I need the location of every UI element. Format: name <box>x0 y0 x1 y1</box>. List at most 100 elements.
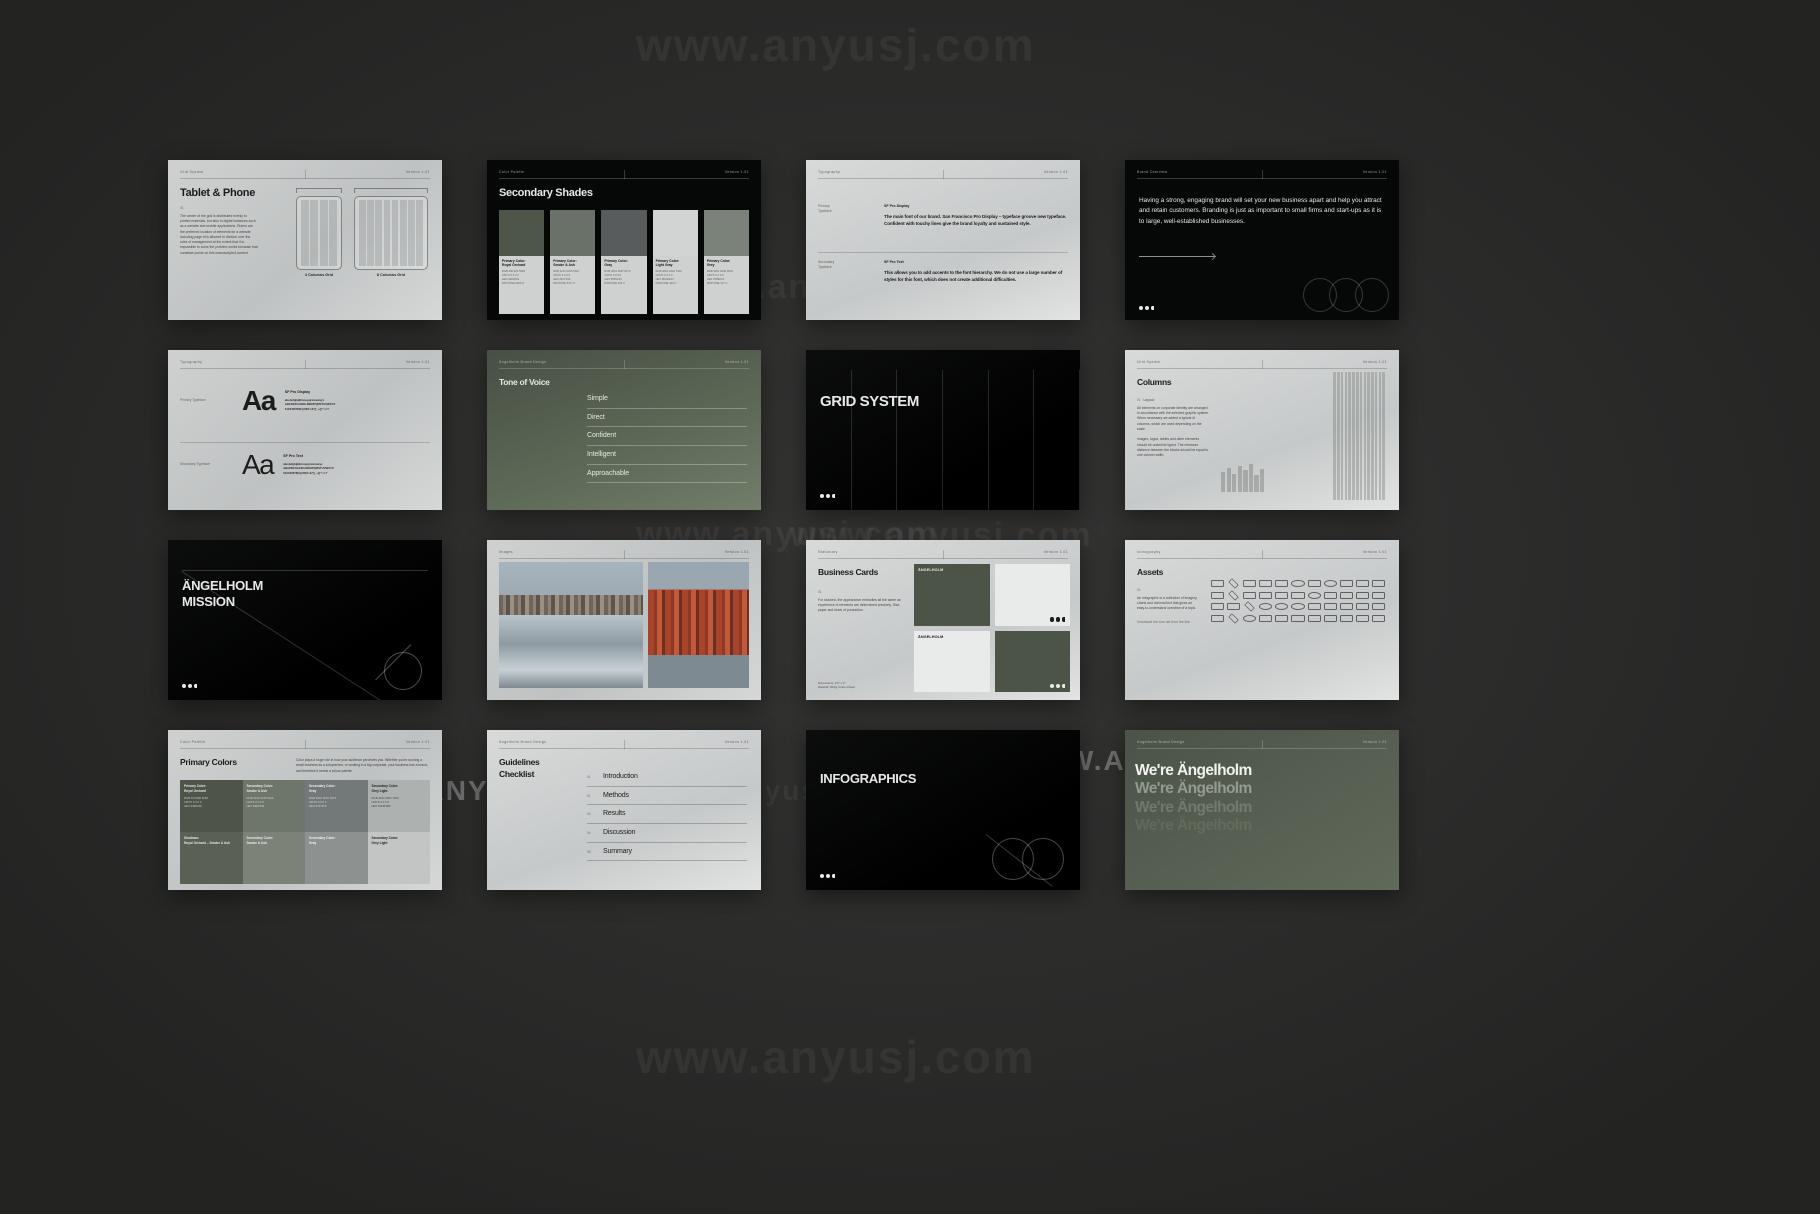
slide-title: Tone of Voice <box>499 377 550 387</box>
slide-secondary-shades[interactable]: Color Palette Version 1.01 Secondary Sha… <box>487 160 761 320</box>
lifebuoy-icon[interactable] <box>1291 603 1305 610</box>
swatch-codes: RGB 4010 4004 7200 CMYK 0 0 0 0 HEX #D2D… <box>655 270 682 285</box>
print-icon[interactable] <box>1323 603 1337 610</box>
slide-title: ÄNGELHOLM MISSION <box>182 578 263 609</box>
tag-icon[interactable] <box>1275 580 1289 587</box>
slide-tone-of-voice[interactable]: Ängelholm Brand Design Version 1.01 Tone… <box>487 350 761 510</box>
chat-icon[interactable] <box>1211 614 1225 622</box>
brand-statement: Having a strong, engaging brand will set… <box>1139 197 1382 225</box>
list-icon[interactable] <box>1355 591 1369 599</box>
eye-icon[interactable] <box>1275 603 1289 610</box>
checklist-item[interactable]: 04 Discussion <box>587 824 747 843</box>
card-brand-name: ÄNGELHOLM <box>918 568 944 572</box>
color-cell: Secondary Color: Smoke & Ash RGB 4213 02… <box>242 780 305 832</box>
slide-columns[interactable]: Grid System Version 1.01 Columns 01 Layo… <box>1125 350 1399 510</box>
store-icon[interactable] <box>1355 614 1369 622</box>
checklist-item[interactable]: 02 Methods <box>587 787 747 806</box>
settings-icon[interactable] <box>1371 614 1385 622</box>
slide-title: Guidelines Checklist <box>499 756 540 781</box>
gift-icon[interactable] <box>1355 603 1369 610</box>
version-label: Version 1.01 <box>724 550 749 554</box>
layout-icon[interactable] <box>1355 580 1369 587</box>
wallet-icon[interactable] <box>1291 614 1305 622</box>
archive-icon[interactable] <box>1371 603 1385 610</box>
target-icon[interactable] <box>1307 591 1321 599</box>
title-line-2: Checklist <box>499 769 535 780</box>
folder-icon[interactable] <box>1243 591 1257 599</box>
card-icon[interactable] <box>1211 603 1225 610</box>
slide-header: Images Version 1.01 <box>487 550 761 562</box>
item-number: 03 <box>587 812 591 817</box>
bookmark-icon[interactable] <box>1259 580 1273 587</box>
slide-angelholm-mission[interactable]: ÄNGELHOLM MISSION <box>168 540 442 700</box>
color-cell: Secondary Color: Gray <box>305 832 368 884</box>
slide-infographics-cover[interactable]: INFOGRAPHICS <box>806 730 1080 890</box>
slide-tablet-and-phone[interactable]: Grid System Version 1.01 Tablet & Phone … <box>168 160 442 320</box>
tone-item: Approachable <box>587 465 747 484</box>
phone-icon[interactable] <box>1307 614 1321 622</box>
section-number: 01 Layout <box>1137 398 1209 403</box>
slide-imagery[interactable]: Images Version 1.01 <box>487 540 761 700</box>
item-number: 02 <box>587 793 591 798</box>
slide-grid-system-cover[interactable]: GRID SYSTEM <box>806 350 1080 510</box>
download-icon[interactable] <box>1339 603 1353 610</box>
swatch-sub: Light Gray <box>655 263 673 268</box>
dimension-line <box>354 188 428 194</box>
slide-business-cards[interactable]: Stationary Version 1.01 Business Cards 0… <box>806 540 1080 700</box>
calendar-icon[interactable] <box>1339 580 1353 587</box>
filter-icon[interactable] <box>1339 591 1353 599</box>
color-sub: Royal Orchard <box>184 788 206 793</box>
monitor-icon[interactable] <box>1243 580 1257 587</box>
sliders-icon[interactable] <box>1323 591 1337 599</box>
lock-icon[interactable] <box>1259 614 1273 622</box>
columns-icon[interactable] <box>1291 591 1305 599</box>
slide-primary-colors[interactable]: Color Palette Version 1.01 Primary Color… <box>168 730 442 890</box>
slashed-circle-icon <box>384 652 422 690</box>
book-icon[interactable] <box>1371 580 1385 587</box>
clock-icon[interactable] <box>1291 580 1305 587</box>
swatch-meta: Primary Color: Light Gray RGB 4010 4004 … <box>652 255 698 314</box>
upload-icon[interactable] <box>1307 603 1321 610</box>
briefcase-icon[interactable] <box>1307 580 1321 587</box>
heart-icon[interactable] <box>1259 603 1273 610</box>
slide-typography-intro[interactable]: Typography Version 1.01 Primary Typeface… <box>806 160 1080 320</box>
photo-waterfront <box>499 562 643 688</box>
slide-guidelines-checklist[interactable]: Ängelholm Brand Design Version 1.01 Guid… <box>487 730 761 890</box>
color-name: Secondary Color: <box>309 836 336 840</box>
crop-icon[interactable] <box>1211 591 1225 599</box>
logo-mark <box>1139 305 1155 310</box>
slide-assets[interactable]: Iconography Version 1.01 Assets 01 An in… <box>1125 540 1399 700</box>
window-icon[interactable] <box>1371 591 1385 599</box>
echo-title-stack: We're Ängelholm We're Ängelholm We're Än… <box>1135 762 1389 835</box>
grid-icon[interactable] <box>1211 580 1225 587</box>
section-number: 01 <box>180 206 184 210</box>
mail-icon[interactable] <box>1339 614 1353 622</box>
glyph-line-numerals: 0123456789!@#$%^&*()_+{}":<>? <box>284 406 329 411</box>
checklist-item[interactable]: 03 Results <box>587 805 747 824</box>
tablet-icon[interactable] <box>1323 614 1337 622</box>
header-label: Brand Overview <box>1137 170 1168 174</box>
checklist-item[interactable]: 01 Introduction <box>587 768 747 787</box>
slide-were-angelholm[interactable]: Ängelholm Brand Design Version 1.01 We'r… <box>1125 730 1399 890</box>
slide-typeface-specimen[interactable]: Typography Version 1.01 Primary Typeface… <box>168 350 442 510</box>
scissors-icon[interactable] <box>1228 578 1239 589</box>
slide-title: Business Cards <box>818 567 879 577</box>
swatch-name: Primary Color: <box>604 258 628 263</box>
bolt-icon[interactable] <box>1244 601 1255 612</box>
globe-icon[interactable] <box>1323 580 1337 587</box>
slide-intro: Color plays a huge role in how your audi… <box>296 758 428 773</box>
item-label: Summary <box>603 847 632 855</box>
link-icon[interactable] <box>1227 603 1241 610</box>
color-codes: RGB 6201 6007 8170 CMYK 0 0 0 0 HEX #737… <box>309 796 337 809</box>
image-icon[interactable] <box>1259 591 1273 599</box>
chart-icon[interactable] <box>1275 591 1289 599</box>
version-label: Version 1.01 <box>1362 740 1387 744</box>
slide-brand-overview[interactable]: Brand Overview Version 1.01 Having a str… <box>1125 160 1399 320</box>
shield-icon[interactable] <box>1243 614 1257 622</box>
shuffle-icon[interactable] <box>1228 589 1239 601</box>
scale-icon[interactable] <box>1275 614 1289 622</box>
checklist-item[interactable]: 05 Summary <box>587 843 747 862</box>
business-card-mockups: ÄNGELHOLM ÄNGELHOLM <box>914 564 1070 692</box>
header-tick <box>624 740 625 749</box>
location-icon[interactable] <box>1228 612 1239 624</box>
